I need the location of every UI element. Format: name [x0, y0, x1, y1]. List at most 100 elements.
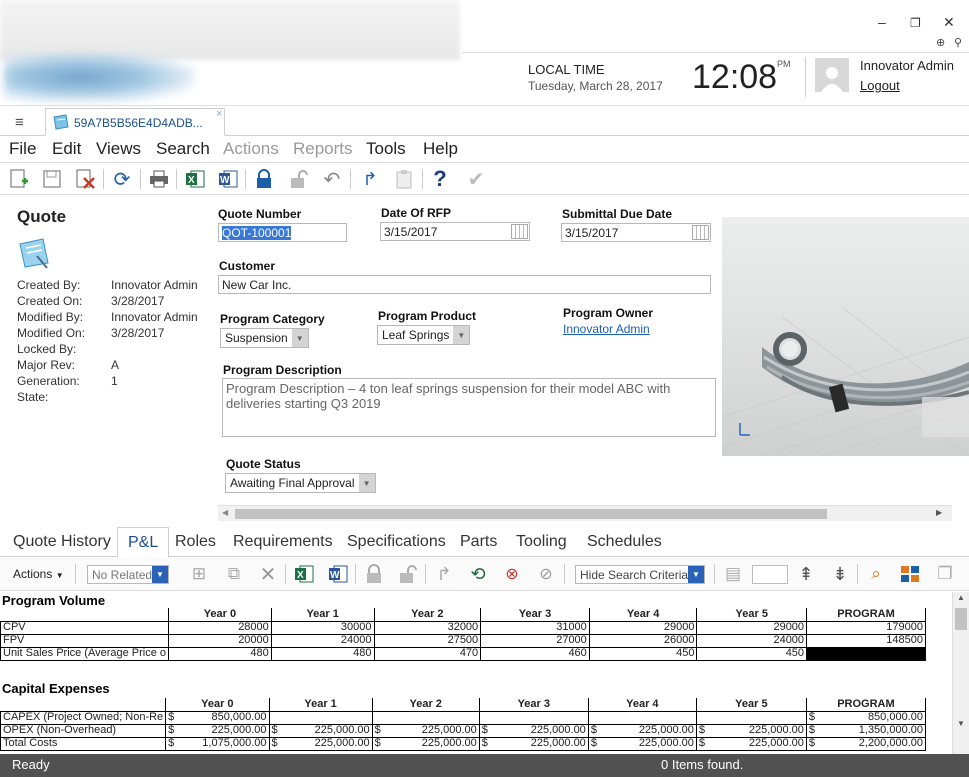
table-cell[interactable]: 30000 [270, 620, 375, 635]
menu-search[interactable]: Search [156, 139, 210, 159]
scroll-up-icon[interactable]: ▲ [957, 593, 965, 602]
page-size-icon[interactable]: ▤ [721, 562, 745, 586]
close-window-button[interactable]: ✕ [943, 14, 955, 31]
scrollbar-thumb[interactable] [235, 509, 827, 519]
add-row-icon[interactable]: ⊞ [187, 562, 211, 586]
excel-export-icon[interactable]: X [183, 167, 207, 191]
table-cell[interactable]: 24000 [270, 633, 375, 648]
table-cell[interactable]: 29000 [696, 620, 808, 635]
quote-number-field[interactable]: QOT-100001 [218, 223, 347, 242]
tab-pl[interactable]: P&L [117, 527, 170, 558]
lock-icon[interactable] [362, 562, 386, 586]
scroll-left-icon[interactable]: ◀ [222, 508, 228, 517]
done-check-icon[interactable]: ✔ [464, 167, 488, 191]
table-cell[interactable]: 480 [168, 646, 272, 661]
table-cell[interactable]: 450 [696, 646, 808, 661]
program-product-select[interactable]: Leaf Springs ▼ [377, 325, 471, 345]
layout-icon[interactable] [898, 562, 922, 586]
table-cell[interactable]: $225,000.00 [587, 723, 697, 738]
page-input[interactable] [752, 565, 788, 584]
tab-roles[interactable]: Roles [175, 533, 216, 551]
clear-search-icon[interactable]: ⊗ [500, 562, 524, 586]
menu-edit[interactable]: Edit [52, 139, 81, 159]
unlock-icon[interactable] [287, 167, 311, 191]
table-cell[interactable]: 29000 [588, 620, 698, 635]
pin-icon[interactable]: ⚲ [954, 36, 962, 49]
refresh-icon[interactable]: ⟳ [110, 167, 134, 191]
table-cell[interactable]: $850,000.00 [165, 710, 270, 725]
table-cell[interactable]: $225,000.00 [165, 723, 270, 738]
table-cell[interactable]: 31000 [480, 620, 590, 635]
next-page-icon[interactable]: ⇟ [828, 562, 852, 586]
tab-requirements[interactable]: Requirements [233, 533, 333, 551]
delete-row-icon[interactable]: ✕ [256, 562, 280, 586]
help-icon[interactable]: ? [428, 166, 452, 191]
menu-tools[interactable]: Tools [366, 139, 406, 159]
no-related-select[interactable]: No Related ▼ [87, 565, 169, 584]
actions-menu-button[interactable]: Actions ▼ [13, 567, 64, 581]
previous-page-icon[interactable]: ⇞ [794, 562, 818, 586]
table-cell[interactable]: 460 [480, 646, 590, 661]
menu-reports[interactable]: Reports [293, 139, 353, 159]
scroll-down-icon[interactable]: ▼ [957, 719, 965, 728]
word-export-icon[interactable]: W [216, 167, 240, 191]
tab-quote-history[interactable]: Quote History [13, 533, 111, 551]
document-tab[interactable]: 59A7B5B56E4D4ADB... × [45, 108, 225, 136]
table-cell[interactable]: $225,000.00 [478, 723, 589, 738]
table-cell[interactable] [695, 710, 807, 725]
copy-icon[interactable]: ❐ [933, 562, 957, 586]
due-date-field[interactable]: 3/15/2017 [561, 223, 711, 242]
table-cell[interactable]: 28000 [168, 620, 272, 635]
table-cell[interactable] [371, 710, 480, 725]
table-cell[interactable]: 450 [588, 646, 698, 661]
menu-views[interactable]: Views [96, 139, 141, 159]
claim-icon[interactable] [392, 167, 416, 191]
logout-link[interactable]: Logout [860, 78, 900, 93]
program-owner-link[interactable]: Innovator Admin [563, 322, 650, 336]
tab-schedules[interactable]: Schedules [587, 533, 662, 551]
zoom-icon[interactable]: ⊕ [936, 36, 945, 49]
form-horizontal-scrollbar[interactable]: ◀ ▶ [218, 505, 952, 521]
new-item-icon[interactable] [7, 167, 31, 191]
calendar-icon[interactable] [511, 224, 528, 239]
restore-button[interactable]: ❐ [910, 16, 921, 30]
program-category-select[interactable]: Suspension ▼ [220, 328, 309, 348]
program-description-field[interactable]: Program Description – 4 ton leaf springs… [222, 378, 716, 437]
pick-related-icon[interactable]: ⧉ [222, 562, 246, 586]
tab-close-icon[interactable]: × [216, 108, 222, 120]
print-icon[interactable] [147, 167, 171, 191]
menu-actions[interactable]: Actions [223, 139, 279, 159]
save-icon[interactable] [40, 167, 64, 191]
table-cell[interactable]: $225,000.00 [371, 723, 480, 738]
table-cell[interactable]: 32000 [373, 620, 482, 635]
unlock-icon[interactable] [396, 562, 420, 586]
tab-parts[interactable]: Parts [460, 533, 497, 551]
tab-specifications[interactable]: Specifications [347, 533, 446, 551]
table-cell[interactable]: 480 [270, 646, 375, 661]
table-cell[interactable]: 20000 [168, 633, 272, 648]
table-cell[interactable] [478, 710, 589, 725]
cad-viewer[interactable] [722, 217, 969, 456]
find-icon[interactable]: ⌕ [864, 562, 888, 586]
calendar-icon[interactable] [692, 225, 709, 240]
menu-help[interactable]: Help [423, 139, 458, 159]
table-cell[interactable]: $225,000.00 [695, 723, 807, 738]
table-cell[interactable]: 27500 [373, 633, 482, 648]
table-cell[interactable] [587, 710, 697, 725]
promote-icon[interactable]: ↱ [358, 167, 382, 191]
lock-icon[interactable] [252, 167, 276, 191]
table-cell[interactable]: 24000 [696, 633, 808, 648]
delete-icon[interactable] [74, 167, 98, 191]
customer-field[interactable]: New Car Inc. [218, 275, 711, 294]
promote-icon[interactable]: ↱ [432, 562, 456, 586]
saved-search-icon[interactable]: ⊘ [534, 562, 558, 586]
scroll-right-icon[interactable]: ▶ [936, 508, 942, 517]
search-mode-select[interactable]: Hide Search Criteria ▼ [575, 565, 705, 584]
quote-status-select[interactable]: Awaiting Final Approval ▼ [225, 473, 376, 493]
table-cell[interactable]: 27000 [480, 633, 590, 648]
word-export-icon[interactable]: W [326, 562, 350, 586]
table-cell[interactable]: $225,000.00 [268, 723, 373, 738]
scrollbar-thumb[interactable] [955, 608, 967, 630]
date-rfp-field[interactable]: 3/15/2017 [380, 222, 530, 241]
table-cell[interactable] [268, 710, 373, 725]
